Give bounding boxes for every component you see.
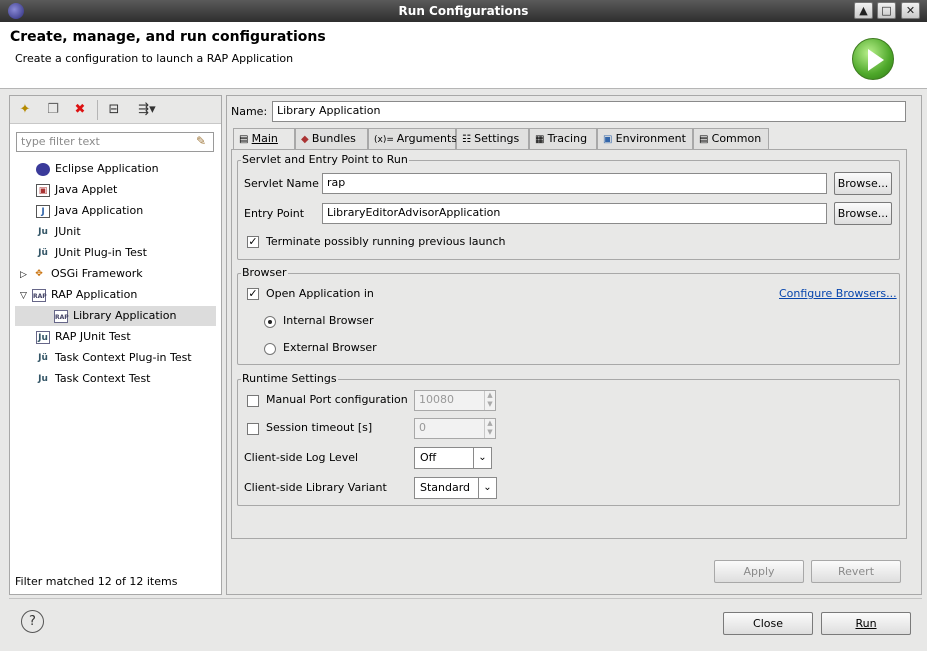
toolbar-separator: [97, 100, 98, 120]
manual-port-checkbox[interactable]: [247, 395, 259, 407]
tree-item-task-context-plugin-test[interactable]: Jü Task Context Plug-in Test: [36, 348, 192, 368]
browse-servlet-button[interactable]: Browse...: [834, 172, 892, 195]
rap-junit-icon: Ju: [36, 330, 50, 344]
internal-browser-radio[interactable]: [264, 316, 276, 328]
servlet-name-label: Servlet Name: [244, 177, 319, 190]
manual-port-label: Manual Port configuration: [266, 393, 408, 406]
spinner-arrows-icon[interactable]: ▲ ▼: [484, 391, 495, 410]
configure-browsers-link[interactable]: Configure Browsers...: [779, 287, 897, 300]
applet-icon: ▣: [36, 183, 50, 197]
common-icon: ▤: [699, 134, 712, 145]
tree-item-task-context-test[interactable]: Ju Task Context Test: [36, 369, 150, 389]
close-window-icon[interactable]: ✕: [901, 2, 920, 19]
minimize-icon[interactable]: ▲: [854, 2, 873, 19]
tree-item-library-application[interactable]: RAP Library Application: [15, 306, 216, 326]
header-title: Create, manage, and run configurations: [10, 29, 326, 45]
run-button[interactable]: Run: [821, 612, 911, 635]
dialog-header: Create, manage, and run configurations C…: [0, 22, 927, 89]
rap-icon: RAP: [32, 288, 47, 302]
configurations-panel: ✦ ❐ ✖ ⊟ ⇶▾ type filter text ✎ Eclipse Ap…: [9, 95, 222, 595]
terminate-checkbox[interactable]: ✓: [247, 236, 259, 248]
internal-browser-label: Internal Browser: [283, 314, 374, 327]
name-label: Name:: [231, 105, 268, 118]
collapse-icon[interactable]: ▽: [20, 286, 32, 306]
maximize-icon[interactable]: □: [877, 2, 896, 19]
header-subtitle: Create a configuration to launch a RAP A…: [15, 52, 294, 65]
tab-environment[interactable]: ▣ Environment: [597, 128, 693, 149]
servlet-group-label: Servlet and Entry Point to Run: [241, 153, 409, 166]
collapse-all-icon[interactable]: ⊟: [105, 101, 123, 119]
log-level-label: Client-side Log Level: [244, 451, 359, 464]
tab-common[interactable]: ▤ Common: [693, 128, 769, 149]
eclipse-icon: [36, 162, 50, 176]
entry-point-label: Entry Point: [244, 207, 305, 220]
osgi-icon: ✥: [35, 268, 43, 279]
tab-tracing[interactable]: ▦ Tracing: [529, 128, 597, 149]
library-variant-label: Client-side Library Variant: [244, 481, 387, 494]
entry-point-field[interactable]: LibraryEditorAdvisorApplication: [322, 203, 827, 224]
session-timeout-checkbox[interactable]: [247, 423, 259, 435]
task-test-icon: Ju: [38, 373, 48, 384]
open-app-checkbox[interactable]: ✓: [247, 288, 259, 300]
terminate-label: Terminate possibly running previous laun…: [266, 235, 506, 248]
tree-item-java-applet[interactable]: ▣ Java Applet: [36, 180, 117, 200]
duplicate-icon[interactable]: ❐: [44, 101, 62, 119]
bundles-icon: ◆: [301, 134, 312, 145]
tab-main[interactable]: ▤ Main: [233, 128, 295, 150]
config-toolbar: ✦ ❐ ✖ ⊟ ⇶▾: [10, 96, 221, 124]
run-large-icon: [852, 38, 894, 80]
tab-settings[interactable]: ☷ Settings: [456, 128, 529, 149]
tree-item-junit-plugin-test[interactable]: Jü JUnit Plug-in Test: [36, 243, 147, 263]
tree-item-junit[interactable]: Ju JUnit: [36, 222, 81, 242]
new-config-icon[interactable]: ✦: [16, 101, 34, 119]
port-spinner[interactable]: 10080 ▲ ▼: [414, 390, 496, 411]
arguments-icon: (x)=: [374, 135, 397, 145]
delete-icon[interactable]: ✖: [71, 101, 89, 119]
clear-filter-icon[interactable]: ✎: [196, 134, 206, 148]
tracing-icon: ▦: [535, 134, 548, 145]
browser-group-label: Browser: [241, 266, 288, 279]
filter-menu-icon[interactable]: ⇶▾: [133, 101, 161, 119]
tree-item-eclipse-application[interactable]: Eclipse Application: [36, 159, 159, 179]
chevron-down-icon: ⌄: [478, 478, 496, 498]
runtime-group-label: Runtime Settings: [241, 372, 338, 385]
external-browser-radio[interactable]: [264, 343, 276, 355]
session-timeout-label: Session timeout [s]: [266, 421, 373, 434]
filter-status: Filter matched 12 of 12 items: [15, 575, 178, 588]
task-plugin-icon: Jü: [38, 352, 48, 363]
revert-button[interactable]: Revert: [811, 560, 901, 583]
tree-item-osgi-framework[interactable]: ▷ ✥ OSGi Framework: [20, 264, 143, 284]
filter-input[interactable]: type filter text: [16, 132, 214, 152]
main-tab-icon: ▤: [239, 134, 252, 145]
environment-icon: ▣: [603, 134, 616, 145]
close-button[interactable]: Close: [723, 612, 813, 635]
log-level-select[interactable]: Off ⌄: [414, 447, 492, 469]
spinner-arrows-icon[interactable]: ▲ ▼: [484, 419, 495, 438]
tree-item-rap-junit-test[interactable]: Ju RAP JUnit Test: [36, 327, 131, 347]
settings-icon: ☷: [462, 134, 475, 145]
browse-entry-button[interactable]: Browse...: [834, 202, 892, 225]
title-bar: Run Configurations ▲ □ ✕: [0, 0, 927, 22]
servlet-name-field[interactable]: rap: [322, 173, 827, 194]
tab-arguments[interactable]: (x)= Arguments: [368, 128, 457, 149]
help-icon[interactable]: ?: [21, 610, 44, 633]
window-title: Run Configurations: [398, 4, 529, 18]
tree-item-rap-application[interactable]: ▽ RAP RAP Application: [20, 285, 137, 305]
junit-plugin-icon: Jü: [38, 247, 48, 258]
footer-separator: [9, 598, 922, 599]
junit-icon: Ju: [38, 226, 48, 237]
java-app-icon: J: [36, 204, 50, 218]
open-app-label: Open Application in: [266, 287, 374, 300]
expand-icon[interactable]: ▷: [20, 265, 32, 285]
name-field[interactable]: Library Application: [272, 101, 906, 122]
timeout-spinner[interactable]: 0 ▲ ▼: [414, 418, 496, 439]
library-variant-select[interactable]: Standard ⌄: [414, 477, 497, 499]
chevron-down-icon: ⌄: [473, 448, 491, 468]
tab-bundles[interactable]: ◆ Bundles: [295, 128, 368, 149]
apply-button[interactable]: Apply: [714, 560, 804, 583]
rap-icon: RAP: [54, 309, 69, 323]
tree-item-java-application[interactable]: J Java Application: [36, 201, 143, 221]
external-browser-label: External Browser: [283, 341, 377, 354]
